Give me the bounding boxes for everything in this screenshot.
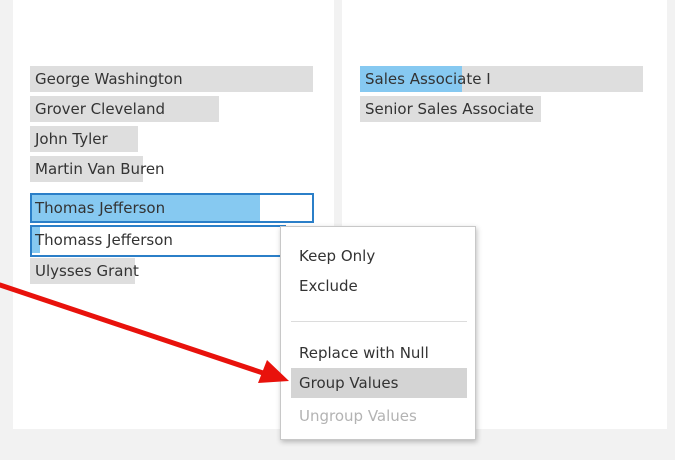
- list-item-selected[interactable]: Thomas Jefferson: [30, 193, 314, 223]
- list-item[interactable]: Martin Van Buren: [30, 154, 313, 182]
- list-item[interactable]: John Tyler: [30, 124, 313, 152]
- keep-only-menu-item[interactable]: Keep Only: [291, 241, 467, 271]
- list-item-label: George Washington: [35, 70, 183, 88]
- list-item-label: Sales Associate I: [365, 70, 491, 88]
- list-item-label: Grover Cleveland: [35, 100, 166, 118]
- list-item[interactable]: Grover Cleveland: [30, 94, 313, 122]
- list-item[interactable]: George Washington: [30, 64, 313, 92]
- list-item[interactable]: Ulysses Grant: [30, 256, 313, 284]
- group-values-menu-item[interactable]: Group Values: [291, 368, 467, 398]
- ungroup-values-menu-item: Ungroup Values: [299, 407, 417, 425]
- list-item-label: John Tyler: [35, 130, 108, 148]
- list-item-label: Martin Van Buren: [35, 160, 165, 178]
- list-item[interactable]: Sales Associate I: [360, 64, 643, 92]
- context-menu: Keep Only Exclude Replace with Null Grou…: [280, 226, 476, 440]
- list-item-label: Senior Sales Associate: [365, 100, 535, 118]
- exclude-menu-item[interactable]: Exclude: [291, 271, 467, 301]
- list-item-label: Thomass Jefferson: [35, 231, 173, 249]
- list-item[interactable]: Senior Sales Associate: [360, 94, 643, 122]
- list-item-label: Thomas Jefferson: [35, 199, 166, 217]
- replace-with-null-menu-item[interactable]: Replace with Null: [291, 338, 467, 368]
- list-item-selected[interactable]: Thomass Jefferson: [30, 225, 286, 257]
- list-item-label: Ulysses Grant: [35, 262, 139, 280]
- menu-divider: [291, 321, 467, 322]
